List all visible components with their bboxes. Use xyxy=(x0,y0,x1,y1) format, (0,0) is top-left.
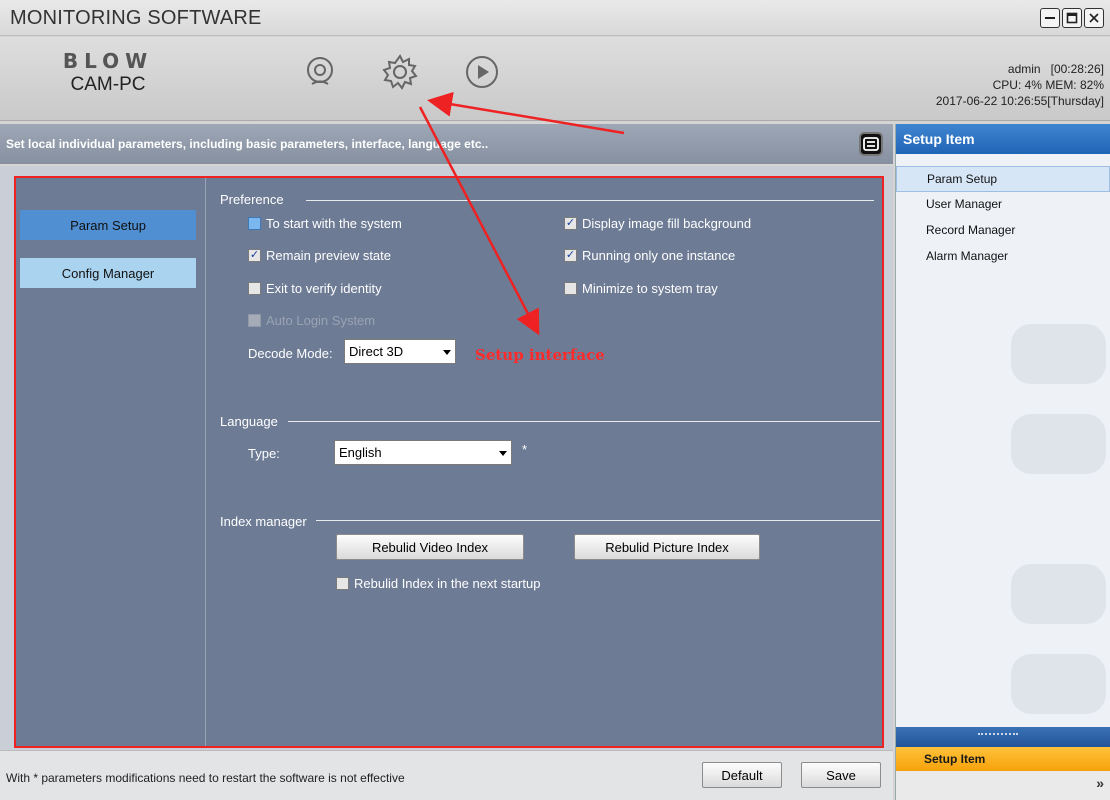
checkbox-box xyxy=(336,577,349,590)
left-nav: Param Setup Config Manager xyxy=(16,178,206,746)
rebuild-video-index-button[interactable]: Rebulid Video Index xyxy=(336,534,524,560)
setup-item-param-setup[interactable]: Param Setup xyxy=(896,166,1110,192)
panel-toggle-icon[interactable] xyxy=(859,132,883,156)
nav-config-manager[interactable]: Config Manager xyxy=(20,258,196,288)
single-instance-checkbox[interactable]: ✓ Running only one instance xyxy=(564,248,735,263)
grip-icon xyxy=(978,733,1018,735)
preference-divider xyxy=(306,200,874,201)
language-title: Language xyxy=(220,414,278,429)
double-chevron-icon: » xyxy=(1096,775,1104,791)
language-type-label: Type: xyxy=(248,446,280,461)
checkbox-box xyxy=(564,282,577,295)
session-time: [00:28:26] xyxy=(1050,62,1104,76)
checkmark-icon: ✓ xyxy=(564,249,577,262)
more-items[interactable]: » xyxy=(896,771,1110,800)
chevron-down-icon xyxy=(499,450,507,456)
default-button[interactable]: Default xyxy=(702,762,782,788)
dome-watermark-icon xyxy=(1011,564,1106,624)
display-fill-bg-checkbox[interactable]: ✓ Display image fill background xyxy=(564,216,751,231)
decode-mode-label: Decode Mode: xyxy=(248,346,333,361)
footer: With * parameters modifications need to … xyxy=(0,750,893,800)
close-icon[interactable] xyxy=(1084,8,1104,28)
preference-title: Preference xyxy=(220,192,284,207)
checkmark-icon: ✓ xyxy=(564,217,577,230)
main-panel: Param Setup Config Manager Preference To… xyxy=(0,166,893,750)
checkbox-box xyxy=(248,314,261,327)
user-name: admin xyxy=(1007,62,1041,76)
setup-item-footer[interactable]: Setup Item xyxy=(896,747,1110,771)
dvr-watermark-icon xyxy=(1011,414,1106,474)
gear-icon[interactable] xyxy=(378,50,422,94)
minimize-tray-checkbox[interactable]: Minimize to system tray xyxy=(564,281,718,296)
cpu-usage: CPU: 4% xyxy=(992,78,1042,92)
brand: BLOW CAM-PC xyxy=(48,49,168,96)
play-icon[interactable] xyxy=(460,50,504,94)
brand-model: CAM-PC xyxy=(70,74,146,95)
start-with-system-checkbox[interactable]: To start with the system xyxy=(248,216,402,231)
camera-watermark-icon xyxy=(1011,324,1106,384)
panel-splitter[interactable] xyxy=(896,727,1110,747)
restart-marker: * xyxy=(522,442,528,457)
datetime: 2017-06-22 10:26:55[Thursday] xyxy=(935,94,1104,108)
language-divider xyxy=(288,421,880,422)
app-title: MONITORING SOFTWARE xyxy=(10,7,262,29)
mem-usage: MEM: 82% xyxy=(1045,78,1104,92)
restart-note: With * parameters modifications need to … xyxy=(6,771,405,785)
window-controls xyxy=(1040,8,1104,28)
rebuild-next-startup-checkbox[interactable]: Rebulid Index in the next startup xyxy=(336,576,540,591)
setup-item-user-manager[interactable]: User Manager xyxy=(896,192,1110,218)
language-select[interactable]: English xyxy=(334,440,512,465)
index-manager-divider xyxy=(316,520,880,521)
save-button[interactable]: Save xyxy=(801,762,881,788)
title-bar: MONITORING SOFTWARE xyxy=(0,0,1110,36)
camera-watermark-icon xyxy=(1011,654,1106,714)
setup-item-panel: Setup Item Param Setup User Manager Reco… xyxy=(895,124,1110,800)
checkbox-box xyxy=(248,282,261,295)
maximize-icon[interactable] xyxy=(1062,8,1082,28)
annotation-label: Setup interface xyxy=(475,346,605,364)
exit-verify-checkbox[interactable]: Exit to verify identity xyxy=(248,281,382,296)
chevron-down-icon xyxy=(443,349,451,355)
setup-item-alarm-manager[interactable]: Alarm Manager xyxy=(896,244,1110,270)
minimize-icon[interactable] xyxy=(1040,8,1060,28)
remain-preview-checkbox[interactable]: ✓ Remain preview state xyxy=(248,248,391,263)
decode-mode-select[interactable]: Direct 3D xyxy=(344,339,456,364)
setup-interface-highlight: Param Setup Config Manager Preference To… xyxy=(14,176,884,748)
setup-item-list: Param Setup User Manager Record Manager … xyxy=(896,166,1110,270)
app-header: BLOW CAM-PC admin [00:28:26] CPU: 4% MEM… xyxy=(0,37,1110,121)
system-status: admin [00:28:26] CPU: 4% MEM: 82% 2017-0… xyxy=(936,61,1104,109)
description-bar: Set local individual parameters, includi… xyxy=(0,124,893,164)
nav-param-setup[interactable]: Param Setup xyxy=(20,210,196,240)
auto-login-checkbox: Auto Login System xyxy=(248,313,375,328)
setup-item-header: Setup Item xyxy=(896,124,1110,154)
checkmark-icon: ✓ xyxy=(248,249,261,262)
checkbox-box xyxy=(248,217,261,230)
settings-content: Preference To start with the system ✓ Di… xyxy=(208,178,880,746)
brand-logo: BLOW xyxy=(62,49,154,73)
index-manager-title: Index manager xyxy=(220,514,307,529)
camera-icon[interactable] xyxy=(298,50,342,94)
description-text: Set local individual parameters, includi… xyxy=(6,137,489,151)
setup-item-record-manager[interactable]: Record Manager xyxy=(896,218,1110,244)
rebuild-picture-index-button[interactable]: Rebulid Picture Index xyxy=(574,534,760,560)
